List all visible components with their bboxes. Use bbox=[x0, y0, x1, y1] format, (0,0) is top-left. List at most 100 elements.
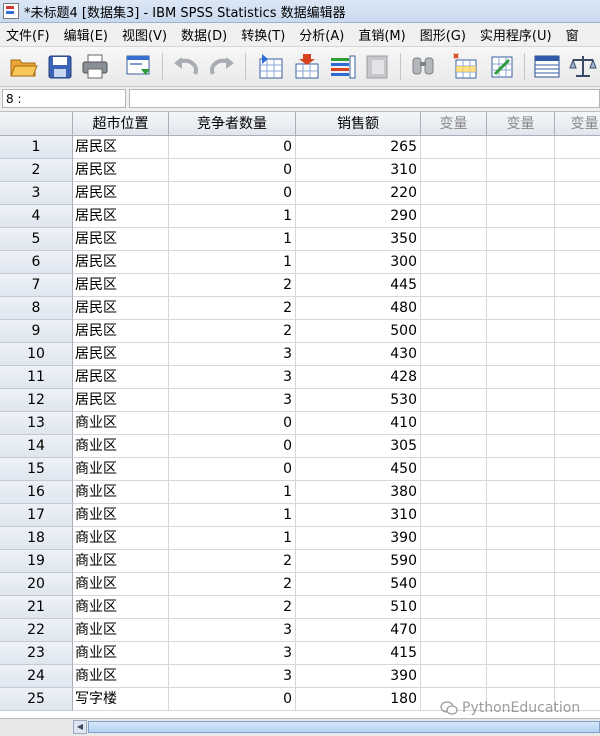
menu-analyze[interactable]: 分析(A) bbox=[293, 25, 352, 44]
menu-transform[interactable]: 转换(T) bbox=[235, 25, 293, 44]
row-number[interactable]: 8 bbox=[0, 297, 73, 320]
save-icon[interactable] bbox=[45, 52, 75, 81]
row-number[interactable]: 16 bbox=[0, 481, 73, 504]
cell-empty[interactable] bbox=[487, 159, 555, 182]
cell-empty[interactable] bbox=[555, 412, 600, 435]
row-number[interactable]: 7 bbox=[0, 274, 73, 297]
row-number[interactable]: 2 bbox=[0, 159, 73, 182]
cell-competitors[interactable]: 3 bbox=[169, 366, 296, 389]
row-number[interactable]: 6 bbox=[0, 251, 73, 274]
cell-location[interactable]: 商业区 bbox=[73, 619, 169, 642]
cell-empty[interactable] bbox=[421, 274, 487, 297]
cell-competitors[interactable]: 2 bbox=[169, 297, 296, 320]
cell-empty[interactable] bbox=[487, 665, 555, 688]
cell-empty[interactable] bbox=[487, 573, 555, 596]
menu-view[interactable]: 视图(V) bbox=[116, 25, 175, 44]
cell-sales[interactable]: 265 bbox=[296, 136, 421, 159]
cell-empty[interactable] bbox=[421, 481, 487, 504]
cell-empty[interactable] bbox=[487, 412, 555, 435]
row-number[interactable]: 21 bbox=[0, 596, 73, 619]
cell-location[interactable]: 商业区 bbox=[73, 527, 169, 550]
insert-cases-icon[interactable] bbox=[451, 52, 481, 81]
row-number[interactable]: 11 bbox=[0, 366, 73, 389]
cell-sales[interactable]: 480 bbox=[296, 297, 421, 320]
column-header-sales[interactable]: 销售额 bbox=[296, 112, 421, 136]
cell-competitors[interactable]: 3 bbox=[169, 619, 296, 642]
menu-window[interactable]: 窗 bbox=[560, 25, 587, 44]
cell-empty[interactable] bbox=[487, 136, 555, 159]
cell-empty[interactable] bbox=[487, 182, 555, 205]
cell-empty[interactable] bbox=[421, 228, 487, 251]
row-number[interactable]: 20 bbox=[0, 573, 73, 596]
find-icon[interactable] bbox=[408, 52, 438, 81]
cell-location[interactable]: 居民区 bbox=[73, 205, 169, 228]
cell-empty[interactable] bbox=[555, 642, 600, 665]
row-number[interactable]: 13 bbox=[0, 412, 73, 435]
cell-empty[interactable] bbox=[421, 136, 487, 159]
cell-empty[interactable] bbox=[555, 297, 600, 320]
cell-competitors[interactable]: 1 bbox=[169, 228, 296, 251]
cell-sales[interactable]: 180 bbox=[296, 688, 421, 711]
cell-competitors[interactable]: 1 bbox=[169, 504, 296, 527]
cell-sales[interactable]: 390 bbox=[296, 665, 421, 688]
cell-sales[interactable]: 220 bbox=[296, 182, 421, 205]
column-header-empty-var[interactable]: 变量 bbox=[421, 112, 487, 136]
cell-empty[interactable] bbox=[555, 665, 600, 688]
cell-location[interactable]: 居民区 bbox=[73, 389, 169, 412]
scroll-left-arrow-icon[interactable]: ◀ bbox=[73, 720, 87, 734]
grid-corner[interactable] bbox=[0, 112, 73, 136]
cell-location[interactable]: 商业区 bbox=[73, 458, 169, 481]
cell-empty[interactable] bbox=[421, 504, 487, 527]
cell-empty[interactable] bbox=[487, 205, 555, 228]
cell-location[interactable]: 居民区 bbox=[73, 274, 169, 297]
cell-empty[interactable] bbox=[555, 596, 600, 619]
cell-sales[interactable]: 390 bbox=[296, 527, 421, 550]
cell-competitors[interactable]: 0 bbox=[169, 136, 296, 159]
cell-location[interactable]: 商业区 bbox=[73, 642, 169, 665]
cell-empty[interactable] bbox=[555, 550, 600, 573]
cell-empty[interactable] bbox=[555, 504, 600, 527]
column-header-competitors[interactable]: 竞争者数量 bbox=[169, 112, 296, 136]
cell-empty[interactable] bbox=[555, 389, 600, 412]
cell-sales[interactable]: 510 bbox=[296, 596, 421, 619]
run-descriptives-icon[interactable] bbox=[363, 52, 393, 81]
cell-empty[interactable] bbox=[421, 458, 487, 481]
cell-sales[interactable]: 445 bbox=[296, 274, 421, 297]
cell-competitors[interactable]: 3 bbox=[169, 389, 296, 412]
cell-empty[interactable] bbox=[421, 389, 487, 412]
cell-location[interactable]: 商业区 bbox=[73, 550, 169, 573]
menu-data[interactable]: 数据(D) bbox=[175, 25, 235, 44]
cell-empty[interactable] bbox=[555, 320, 600, 343]
column-header-location[interactable]: 超市位置 bbox=[73, 112, 169, 136]
cell-sales[interactable]: 310 bbox=[296, 159, 421, 182]
cell-competitors[interactable]: 2 bbox=[169, 274, 296, 297]
goto-variable-icon[interactable] bbox=[292, 52, 322, 81]
cell-empty[interactable] bbox=[487, 619, 555, 642]
column-header-empty-var[interactable]: 变量 bbox=[555, 112, 600, 136]
cell-empty[interactable] bbox=[487, 366, 555, 389]
cell-sales[interactable]: 540 bbox=[296, 573, 421, 596]
cell-sales[interactable]: 500 bbox=[296, 320, 421, 343]
cell-reference-field[interactable]: 8 : bbox=[2, 89, 126, 108]
cell-sales[interactable]: 380 bbox=[296, 481, 421, 504]
cell-empty[interactable] bbox=[487, 481, 555, 504]
cell-empty[interactable] bbox=[487, 642, 555, 665]
cell-empty[interactable] bbox=[555, 159, 600, 182]
cell-location[interactable]: 商业区 bbox=[73, 573, 169, 596]
cell-empty[interactable] bbox=[487, 320, 555, 343]
cell-location[interactable]: 商业区 bbox=[73, 504, 169, 527]
cell-empty[interactable] bbox=[555, 251, 600, 274]
weight-cases-icon[interactable] bbox=[568, 52, 598, 81]
cell-empty[interactable] bbox=[421, 550, 487, 573]
cell-location[interactable]: 商业区 bbox=[73, 412, 169, 435]
column-header-empty-var[interactable]: 变量 bbox=[487, 112, 555, 136]
menu-utilities[interactable]: 实用程序(U) bbox=[474, 25, 560, 44]
cell-empty[interactable] bbox=[555, 343, 600, 366]
cell-competitors[interactable]: 0 bbox=[169, 182, 296, 205]
cell-empty[interactable] bbox=[555, 458, 600, 481]
cell-empty[interactable] bbox=[555, 228, 600, 251]
cell-empty[interactable] bbox=[487, 228, 555, 251]
open-folder-icon[interactable] bbox=[9, 52, 39, 81]
row-number[interactable]: 25 bbox=[0, 688, 73, 711]
cell-location[interactable]: 写字楼 bbox=[73, 688, 169, 711]
